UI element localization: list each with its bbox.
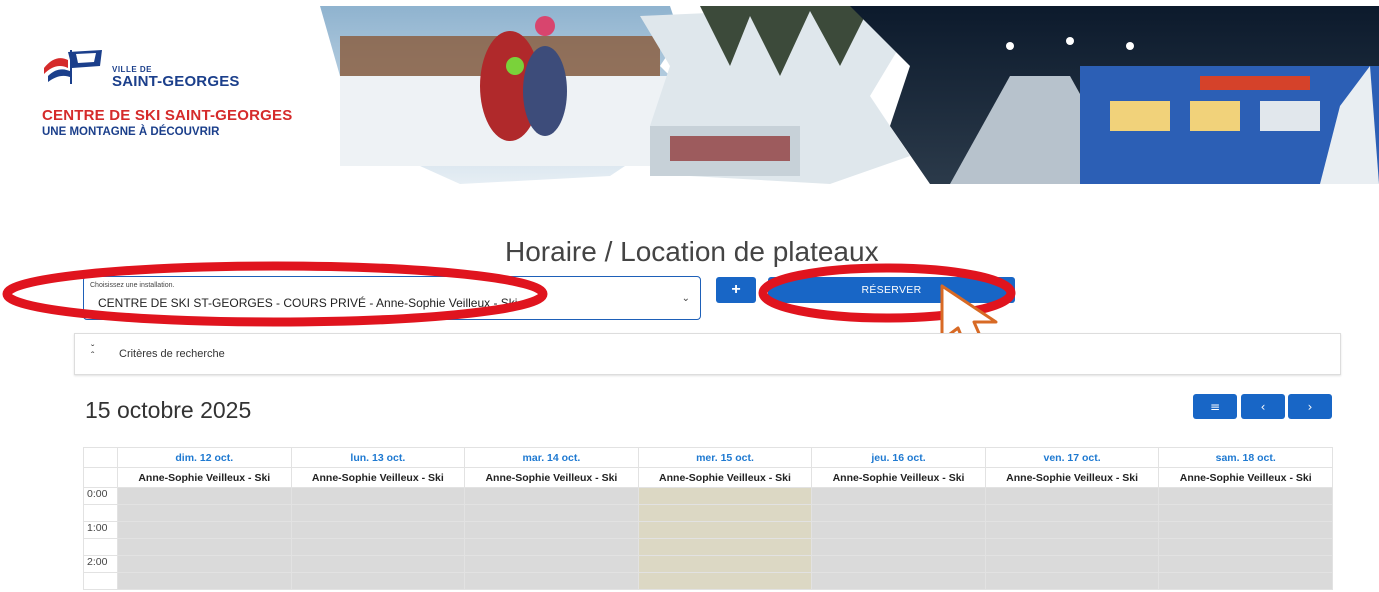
search-criteria-toggle[interactable]: ˇˆ Critères de recherche: [74, 333, 1341, 375]
time-slot[interactable]: [637, 521, 813, 539]
time-slot[interactable]: [637, 504, 813, 522]
chevron-right-icon: ›: [1307, 399, 1313, 414]
time-slot[interactable]: [637, 572, 813, 590]
day-header[interactable]: dim. 12 oct.: [117, 447, 292, 468]
time-slot[interactable]: [290, 555, 466, 573]
resource-header: Anne-Sophie Veilleux - Ski: [811, 467, 986, 488]
reserve-button[interactable]: RÉSERVER: [768, 277, 1015, 303]
time-row: [83, 538, 1333, 556]
time-row: 2:00: [83, 555, 1333, 573]
time-slot[interactable]: [984, 504, 1160, 522]
time-slot[interactable]: [464, 521, 639, 539]
time-slot[interactable]: [290, 538, 466, 556]
time-row: 0:00: [83, 487, 1333, 505]
time-slot[interactable]: [290, 504, 466, 522]
time-row: 1:00: [83, 521, 1333, 539]
facility-select-label: Choisissez une installation.: [90, 282, 175, 289]
list-icon: ≡: [1209, 399, 1221, 414]
time-slot[interactable]: [117, 572, 292, 590]
time-slot[interactable]: [117, 487, 292, 505]
day-header[interactable]: mar. 14 oct.: [464, 447, 639, 468]
resource-header: Anne-Sophie Veilleux - Ski: [984, 467, 1160, 488]
time-slot[interactable]: [637, 555, 813, 573]
time-row: [83, 504, 1333, 522]
chevron-left-icon: ‹: [1260, 399, 1266, 414]
time-slot[interactable]: [1158, 521, 1333, 539]
day-header[interactable]: sam. 18 oct.: [1158, 447, 1333, 468]
time-label: 1:00: [83, 521, 118, 539]
page-title: Horaire / Location de plateaux: [505, 236, 879, 267]
time-slot[interactable]: [1158, 487, 1333, 505]
resource-header-row: Anne-Sophie Veilleux - Ski Anne-Sophie Ve…: [83, 467, 1333, 488]
resource-header: Anne-Sophie Veilleux - Ski: [117, 467, 292, 488]
time-slot[interactable]: [464, 504, 639, 522]
time-slot[interactable]: [984, 572, 1160, 590]
time-label: 0:00: [83, 487, 118, 505]
time-slot[interactable]: [637, 487, 813, 505]
time-slot[interactable]: [290, 487, 466, 505]
time-slot[interactable]: [464, 538, 639, 556]
time-slot[interactable]: [464, 487, 639, 505]
time-slot[interactable]: [117, 538, 292, 556]
time-label: 2:00: [83, 555, 118, 573]
resource-header: Anne-Sophie Veilleux - Ski: [637, 467, 813, 488]
time-row: [83, 572, 1333, 590]
day-header-row: dim. 12 oct. lun. 13 oct. mar. 14 oct. mer.…: [83, 447, 1333, 468]
banner-image: [320, 6, 1379, 184]
chevron-down-icon: ⌄: [681, 293, 690, 304]
site-logo[interactable]: VILLE DE SAINT-GEORGES CENTRE DE SKI SAI…: [42, 40, 312, 150]
time-slot[interactable]: [464, 572, 639, 590]
facility-select-value: CENTRE DE SKI ST-GEORGES - COURS PRIVÉ -…: [98, 296, 518, 310]
time-slot[interactable]: [290, 521, 466, 539]
previous-button[interactable]: ‹: [1241, 394, 1285, 419]
time-slot[interactable]: [811, 555, 986, 573]
time-slot[interactable]: [811, 504, 986, 522]
resource-header: Anne-Sophie Veilleux - Ski: [464, 467, 639, 488]
time-slot[interactable]: [984, 487, 1160, 505]
day-header[interactable]: mer. 15 oct.: [637, 447, 813, 468]
day-header[interactable]: jeu. 16 oct.: [811, 447, 986, 468]
corner-cell: [83, 447, 118, 468]
next-button[interactable]: ›: [1288, 394, 1332, 419]
add-button[interactable]: +: [716, 277, 756, 303]
time-label: [83, 504, 118, 522]
time-slot[interactable]: [117, 521, 292, 539]
time-label: [83, 572, 118, 590]
day-header[interactable]: ven. 17 oct.: [984, 447, 1160, 468]
time-slot[interactable]: [1158, 572, 1333, 590]
list-view-button[interactable]: ≡: [1193, 394, 1237, 419]
search-criteria-label: Critères de recherche: [119, 348, 225, 360]
current-date: 15 octobre 2025: [85, 397, 252, 423]
resource-header: Anne-Sophie Veilleux - Ski: [290, 467, 466, 488]
time-slot[interactable]: [1158, 538, 1333, 556]
time-slot[interactable]: [1158, 555, 1333, 573]
time-slot[interactable]: [117, 504, 292, 522]
calendar-grid: dim. 12 oct. lun. 13 oct. mar. 14 oct. mer.…: [83, 447, 1333, 592]
expand-icon: ˇˆ: [91, 344, 95, 362]
time-slot[interactable]: [811, 538, 986, 556]
time-slot[interactable]: [811, 487, 986, 505]
corner-cell: [83, 467, 118, 488]
time-slot[interactable]: [984, 521, 1160, 539]
facility-select[interactable]: Choisissez une installation. CENTRE DE S…: [83, 276, 701, 320]
city-name: SAINT-GEORGES: [112, 73, 240, 90]
time-slot[interactable]: [1158, 504, 1333, 522]
time-slot[interactable]: [811, 521, 986, 539]
time-slot[interactable]: [811, 572, 986, 590]
time-slot[interactable]: [464, 555, 639, 573]
day-header[interactable]: lun. 13 oct.: [290, 447, 466, 468]
time-label: [83, 538, 118, 556]
tagline: UNE MONTAGNE À DÉCOUVRIR: [42, 126, 220, 138]
flag-logo-icon: [44, 50, 102, 84]
resource-header: Anne-Sophie Veilleux - Ski: [1158, 467, 1333, 488]
time-slot[interactable]: [637, 538, 813, 556]
time-slot[interactable]: [984, 555, 1160, 573]
ski-center-name: CENTRE DE SKI SAINT-GEORGES: [42, 107, 293, 124]
time-slot[interactable]: [984, 538, 1160, 556]
time-slot[interactable]: [290, 572, 466, 590]
time-slot[interactable]: [117, 555, 292, 573]
